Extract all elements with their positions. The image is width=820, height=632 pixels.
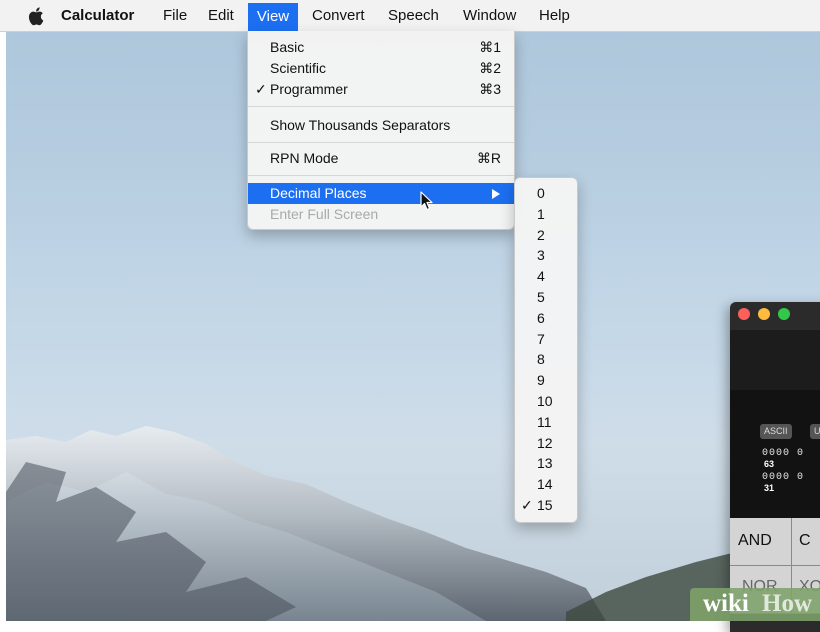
menu-item-label: Scientific xyxy=(270,60,327,76)
menu-item-label: Basic xyxy=(270,39,305,55)
submenu-arrow-icon xyxy=(492,189,500,199)
menu-separator xyxy=(248,106,514,107)
watermark-wiki: wiki xyxy=(703,590,749,617)
submenu-item-label: 8 xyxy=(537,351,545,368)
or-key[interactable]: C xyxy=(792,518,820,566)
menu-item-rpn-mode[interactable]: RPN Mode ⌘R xyxy=(248,148,514,169)
submenu-item-label: 13 xyxy=(537,455,553,472)
submenu-item-label: 7 xyxy=(537,330,545,347)
shortcut-label: ⌘1 xyxy=(479,39,501,55)
submenu-item-2[interactable]: 2 xyxy=(515,225,577,246)
menu-item-label: Decimal Places xyxy=(270,185,367,201)
submenu-item-5[interactable]: 5 xyxy=(515,287,577,308)
bit-index: 63 xyxy=(764,459,775,469)
bit-row[interactable]: 0000 0 xyxy=(762,472,804,483)
menu-item-scientific[interactable]: Scientific ⌘2 xyxy=(248,58,514,79)
submenu-item-10[interactable]: 10 xyxy=(515,391,577,412)
menu-item-decimal-places[interactable]: Decimal Places xyxy=(248,183,514,204)
submenu-item-6[interactable]: 6 xyxy=(515,308,577,329)
menu-help[interactable]: Help xyxy=(539,0,570,31)
submenu-item-label: 4 xyxy=(537,268,545,285)
close-window-button[interactable] xyxy=(738,308,750,320)
mouse-pointer-icon xyxy=(420,191,433,211)
submenu-item-14[interactable]: 14 xyxy=(515,474,577,495)
or-key-label: C xyxy=(799,532,811,549)
submenu-item-0[interactable]: 0 xyxy=(515,183,577,204)
submenu-item-label: 9 xyxy=(537,372,545,389)
calculator-display xyxy=(730,330,820,390)
submenu-item-label: 15 xyxy=(537,497,553,513)
submenu-item-3[interactable]: 3 xyxy=(515,245,577,266)
shortcut-label: ⌘3 xyxy=(479,81,501,97)
submenu-item-label: 6 xyxy=(537,309,545,326)
submenu-item-label: 2 xyxy=(537,226,545,243)
menu-item-label: Show Thousands Separators xyxy=(270,117,451,133)
decimal-places-submenu: 0 1 2 3 4 5 6 7 8 9 10 11 12 13 14 ✓ 15 xyxy=(514,177,578,523)
menu-item-label: RPN Mode xyxy=(270,150,339,166)
menu-separator xyxy=(248,175,514,176)
menu-bar: Calculator File Edit View Convert Speech… xyxy=(0,0,820,32)
watermark-how: How xyxy=(762,590,812,617)
menu-item-basic[interactable]: Basic ⌘1 xyxy=(248,37,514,58)
submenu-item-label: 5 xyxy=(537,289,545,305)
minimize-window-button[interactable] xyxy=(758,308,770,320)
apple-icon[interactable] xyxy=(28,6,44,26)
submenu-item-label: 11 xyxy=(537,413,552,430)
submenu-item-8[interactable]: 8 xyxy=(515,349,577,370)
menu-item-label: Programmer xyxy=(270,81,348,97)
submenu-item-15[interactable]: ✓ 15 xyxy=(515,495,577,516)
submenu-item-label: 12 xyxy=(537,434,553,451)
and-key[interactable]: AND xyxy=(730,518,792,566)
bit-row[interactable]: 0000 0 xyxy=(762,448,804,459)
menu-item-thousands-separators[interactable]: Show Thousands Separators xyxy=(248,115,514,136)
submenu-item-label: 14 xyxy=(537,476,553,493)
submenu-item-13[interactable]: 13 xyxy=(515,453,577,474)
menu-file[interactable]: File xyxy=(163,0,187,31)
submenu-item-label: 0 xyxy=(537,185,545,201)
unicode-button[interactable]: U xyxy=(810,424,820,439)
menu-convert[interactable]: Convert xyxy=(312,0,365,31)
menu-separator xyxy=(248,142,514,143)
submenu-item-9[interactable]: 9 xyxy=(515,370,577,391)
bit-index: 31 xyxy=(764,483,775,493)
menu-window[interactable]: Window xyxy=(463,0,516,31)
menu-app-name[interactable]: Calculator xyxy=(61,0,134,31)
submenu-item-label: 3 xyxy=(537,247,545,264)
shortcut-label: ⌘R xyxy=(476,150,501,166)
submenu-item-1[interactable]: 1 xyxy=(515,204,577,225)
menu-view[interactable]: View xyxy=(248,3,298,31)
submenu-item-12[interactable]: 12 xyxy=(515,433,577,454)
and-key-label: AND xyxy=(738,532,772,549)
submenu-item-11[interactable]: 11 xyxy=(515,412,577,433)
view-menu-dropdown: Basic ⌘1 Scientific ⌘2 ✓ Programmer ⌘3 S… xyxy=(247,31,515,230)
submenu-item-4[interactable]: 4 xyxy=(515,266,577,287)
submenu-item-7[interactable]: 7 xyxy=(515,329,577,350)
menu-item-enter-full-screen[interactable]: Enter Full Screen xyxy=(248,204,514,225)
checkmark-icon: ✓ xyxy=(521,497,533,513)
zoom-window-button[interactable] xyxy=(778,308,790,320)
submenu-item-label: 1 xyxy=(537,205,545,222)
calculator-window: ASCII U 0000 0 63 0000 0 31 AND C NOR XO xyxy=(730,302,820,632)
checkmark-icon: ✓ xyxy=(255,81,267,97)
menu-item-label: Enter Full Screen xyxy=(270,206,379,222)
shortcut-label: ⌘2 xyxy=(479,60,501,76)
menu-speech[interactable]: Speech xyxy=(388,0,439,31)
submenu-item-label: 10 xyxy=(537,393,553,409)
menu-item-programmer[interactable]: ✓ Programmer ⌘3 xyxy=(248,79,514,100)
ascii-button[interactable]: ASCII xyxy=(760,424,792,439)
menu-edit[interactable]: Edit xyxy=(208,0,234,31)
